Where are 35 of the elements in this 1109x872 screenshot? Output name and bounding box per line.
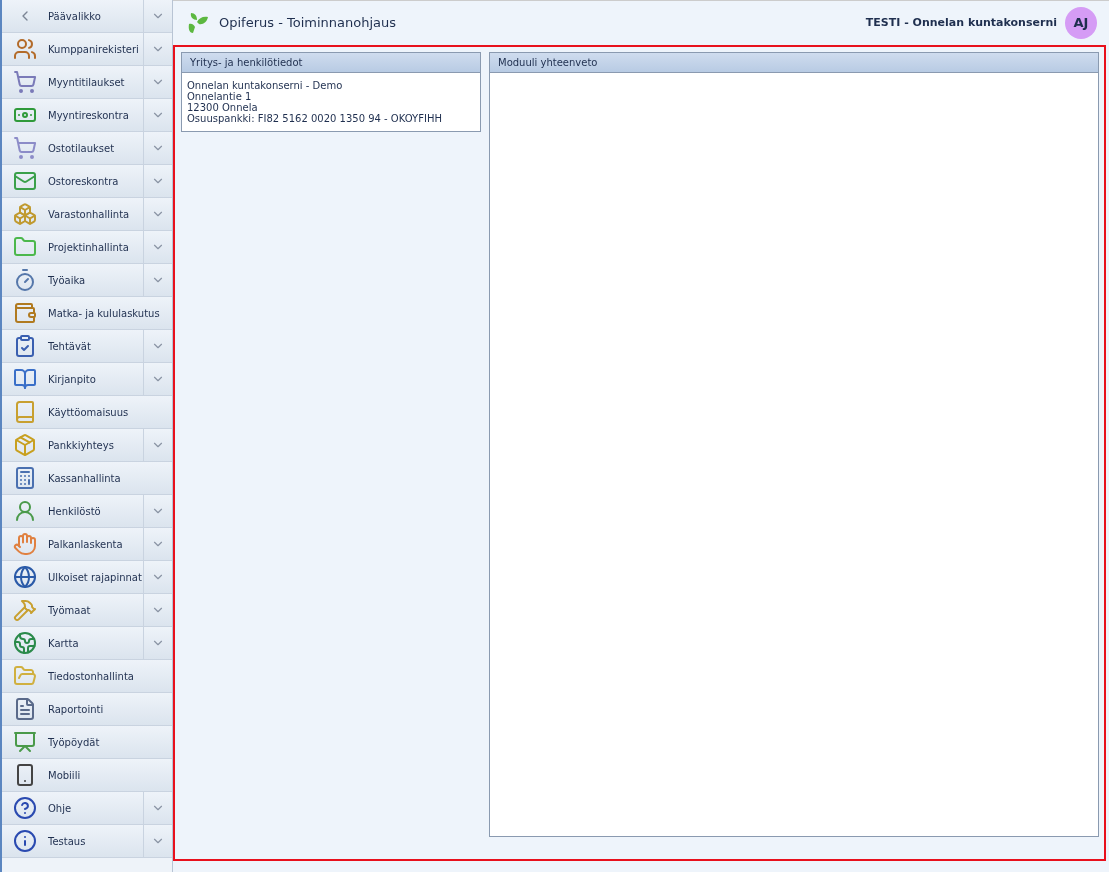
address-line: Osuuspankki: FI82 5162 0020 1350 94 - OKOYFIHH: [187, 113, 443, 124]
sidebar-item[interactable]: Matka- ja kululaskutus: [2, 297, 172, 329]
wallet-icon: [13, 301, 37, 325]
checklist-icon: [13, 334, 37, 358]
address-line: Onnelan kuntakonserni - Demo: [187, 80, 344, 91]
document-icon: [13, 697, 37, 721]
envelope-icon: [13, 169, 37, 193]
user-avatar[interactable]: AJ: [1065, 7, 1097, 39]
sidebar-item[interactable]: Tiedostonhallinta: [2, 660, 172, 692]
box-icon: [13, 433, 37, 457]
cart-icon: [13, 70, 37, 94]
globe-icon: [13, 631, 37, 655]
app-title: Opiferus - Toiminnanohjaus: [219, 14, 397, 33]
folder-icon: [13, 235, 37, 259]
sidebar-item[interactable]: Raportointi: [2, 693, 172, 725]
book-icon: [13, 400, 37, 424]
sidebar-item[interactable]: Käyttöomaisuus: [2, 396, 172, 428]
easel-icon: [13, 730, 37, 754]
cart-icon: [13, 136, 37, 160]
sidebar-item[interactable]: Työpöydät: [2, 726, 172, 758]
user-company: TESTI - Onnelan kuntakonserni: [865, 14, 1057, 31]
hammer-icon: [13, 598, 37, 622]
help-icon: [13, 796, 37, 820]
globe-icon: [13, 565, 37, 589]
panel-title: Moduuli yhteenveto: [490, 53, 1098, 73]
book-icon: [13, 367, 37, 391]
info-icon: [13, 829, 37, 853]
stopwatch-icon: [13, 268, 37, 292]
address-line: Onnelantie 1: [187, 91, 253, 102]
panel-title: Yritys- ja henkilötiedot: [182, 53, 480, 73]
hand-icon: [13, 532, 37, 556]
sidebar-item[interactable]: Mobiili: [2, 759, 172, 791]
sidebar-item[interactable]: Kassanhallinta: [2, 462, 172, 494]
folder-icon: [13, 664, 37, 688]
address-line: 12300 Onnela: [187, 102, 259, 113]
